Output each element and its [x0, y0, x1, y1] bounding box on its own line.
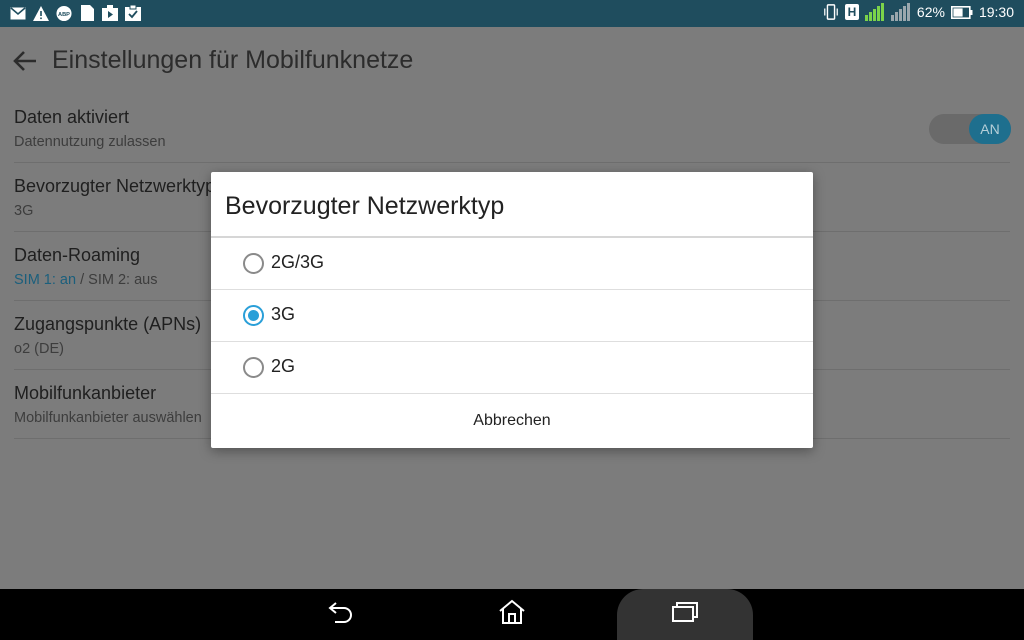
setting-title: Zugangspunkte (APNs) [14, 314, 202, 334]
home-icon [498, 599, 526, 630]
radio-button[interactable] [243, 253, 264, 274]
radio-button[interactable] [243, 357, 264, 378]
page-title: Einstellungen für Mobilfunknetze [52, 46, 414, 74]
media-icon [102, 5, 118, 21]
option-3g[interactable]: 3G [211, 290, 813, 341]
clock: 19:30 [978, 4, 1014, 20]
data-enabled-toggle[interactable]: AN [929, 114, 1011, 144]
divider [14, 162, 1010, 163]
toggle-knob: AN [969, 114, 1011, 144]
clipboard-icon [125, 5, 141, 21]
option-2g[interactable]: 2G [211, 342, 813, 393]
recents-icon [671, 601, 699, 628]
file-icon [79, 5, 95, 21]
sim2-roaming-status: / SIM 2: aus [76, 272, 158, 288]
back-arrow-icon[interactable] [12, 49, 38, 73]
adblock-icon: ABP [56, 5, 72, 21]
setting-summary: Datennutzung zulassen [14, 134, 166, 150]
setting-summary: SIM 1: an / SIM 2: aus [14, 272, 157, 288]
option-label: 2G/3G [271, 252, 325, 272]
option-label: 3G [271, 304, 296, 324]
network-type-badge: H [844, 4, 859, 20]
vibrate-icon [823, 4, 839, 20]
preferred-network-dialog: Bevorzugter Netzwerktyp 2G/3G 3G 2G Abbr… [211, 172, 813, 448]
radio-button-selected[interactable] [243, 305, 264, 326]
notification-icons: ABP [10, 5, 141, 21]
back-icon [328, 601, 354, 628]
status-bar: ABP H 62% 19:30 [0, 0, 1024, 27]
mail-icon [10, 5, 26, 21]
option-label: 2G [271, 356, 296, 376]
adblock-text: ABP [58, 11, 70, 17]
setting-title: Daten aktiviert [14, 107, 130, 127]
battery-icon [950, 4, 973, 20]
signal-sim1-icon [864, 3, 885, 21]
navigation-bar [0, 589, 1024, 640]
setting-title: Mobilfunkanbieter [14, 383, 157, 403]
setting-summary: o2 (DE) [14, 341, 64, 357]
home-button[interactable] [487, 589, 537, 640]
system-icons: H 62% 19:30 [823, 3, 1014, 21]
battery-level-fill [953, 7, 963, 17]
setting-summary: 3G [14, 203, 34, 219]
warning-icon [33, 5, 49, 21]
recents-button[interactable] [659, 589, 711, 640]
option-2g-3g[interactable]: 2G/3G [211, 238, 813, 289]
setting-title: Bevorzugter Netzwerktyp [14, 176, 216, 196]
sim1-roaming-status: SIM 1: an [14, 272, 77, 288]
setting-data-enabled[interactable]: Daten aktiviert Datennutzung zulassen [0, 107, 1024, 163]
back-button[interactable] [316, 589, 366, 640]
dialog-title: Bevorzugter Netzwerktyp [225, 192, 505, 220]
signal-sim2-icon [890, 3, 911, 21]
app-bar: Einstellungen für Mobilfunknetze [0, 27, 1024, 95]
setting-summary: Mobilfunkanbieter auswählen [14, 410, 202, 426]
cancel-button[interactable]: Abbrechen [211, 394, 813, 448]
setting-title: Daten-Roaming [14, 245, 141, 265]
battery-percent: 62% [916, 4, 945, 20]
